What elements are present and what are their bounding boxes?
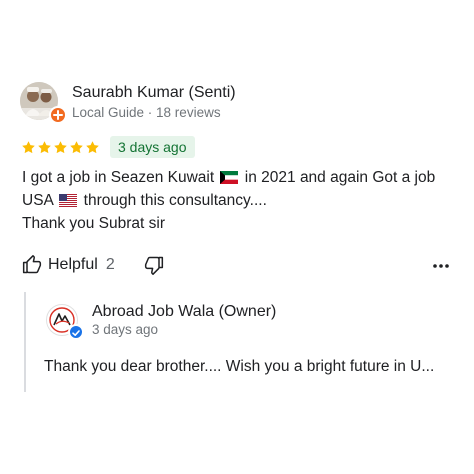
review-text-segment: USA — [22, 192, 54, 209]
review-line-1: I got a job in Seazen Kuwait in 2021 and… — [22, 166, 462, 189]
review-text-segment: I got a job in Seazen Kuwait — [22, 169, 215, 186]
review-card: Saurabh Kumar (Senti) Local Guide · 18 r… — [0, 0, 474, 474]
helpful-count: 2 — [105, 256, 115, 273]
helpful-button[interactable]: Helpful 2 — [22, 255, 115, 275]
usa-flag-icon — [59, 194, 78, 207]
owner-reply-date: 3 days ago — [92, 322, 159, 337]
star-icon — [54, 140, 67, 153]
review-date-badge: 3 days ago — [110, 136, 195, 158]
owner-name[interactable]: Abroad Job Wala (Owner) — [92, 303, 276, 321]
review-actions: Helpful 2 — [22, 255, 450, 277]
reviewer-meta: Local Guide · 18 reviews — [72, 105, 221, 120]
review-line-3: Thank you Subrat sir — [22, 215, 166, 232]
star-icon — [86, 140, 99, 153]
not-helpful-button[interactable] — [144, 255, 164, 280]
review-text-segment: through this consultancy.... — [83, 192, 267, 209]
kuwait-flag-icon — [220, 171, 239, 184]
local-guide-badge-icon — [49, 106, 67, 124]
star-icon — [22, 140, 35, 153]
owner-reply: Abroad Job Wala (Owner) 3 days ago Thank… — [24, 292, 466, 392]
review-line-2: USA through this consultancy.... — [22, 189, 462, 212]
more-options-icon — [433, 264, 449, 268]
thumbs-down-icon — [144, 256, 164, 275]
reviewer-name[interactable]: Saurabh Kumar (Senti) — [72, 84, 236, 102]
review-text-segment: in 2021 and again Got a job — [244, 169, 436, 186]
rating-row: 3 days ago — [21, 136, 195, 158]
star-rating — [21, 140, 100, 155]
helpful-label: Helpful — [48, 256, 98, 273]
star-icon — [70, 140, 83, 153]
owner-reply-text[interactable]: Thank you dear brother.... Wish you a br… — [44, 358, 434, 376]
star-icon — [38, 140, 51, 153]
verified-check-icon — [68, 324, 84, 340]
review-body: I got a job in Seazen Kuwait in 2021 and… — [22, 166, 462, 235]
more-options-button[interactable] — [432, 259, 450, 273]
thumbs-up-icon — [22, 255, 42, 274]
